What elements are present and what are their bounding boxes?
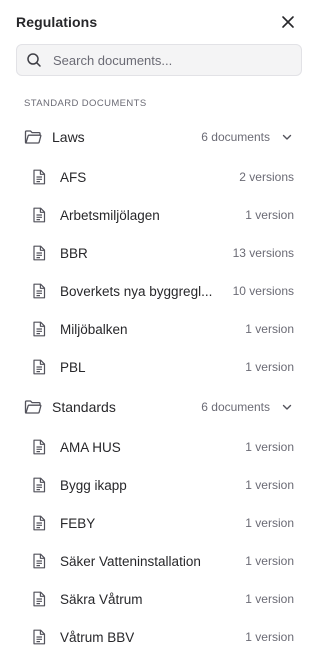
file-text-icon <box>32 169 48 185</box>
group-count: 6 documents <box>201 400 270 414</box>
document-row-afs[interactable]: AFS 2 versions <box>16 158 302 196</box>
file-text-icon <box>32 359 48 375</box>
file-text-icon <box>32 515 48 531</box>
folder-icon <box>24 128 42 146</box>
document-row-vatrum-bbv[interactable]: Våtrum BBV 1 version <box>16 618 302 656</box>
panel-title: Regulations <box>16 14 98 30</box>
document-versions: 2 versions <box>239 170 294 184</box>
document-row-arbetsmiljolagen[interactable]: Arbetsmiljölagen 1 version <box>16 196 302 234</box>
document-name: Arbetsmiljölagen <box>60 207 160 223</box>
document-name: FEBY <box>60 515 96 531</box>
document-name: Miljöbalken <box>60 321 128 337</box>
document-row-miljobalken[interactable]: Miljöbalken 1 version <box>16 310 302 348</box>
chevron-down-icon[interactable] <box>280 400 294 414</box>
document-versions: 1 version <box>245 592 294 606</box>
group-name: Laws <box>52 129 85 145</box>
document-versions: 13 versions <box>232 246 294 260</box>
folder-icon <box>24 398 42 416</box>
document-name: Säkra Våtrum <box>60 591 143 607</box>
document-row-bbr[interactable]: BBR 13 versions <box>16 234 302 272</box>
document-name: Boverkets nya byggregl... <box>60 283 213 299</box>
document-name: AMA HUS <box>60 439 121 455</box>
group-count: 6 documents <box>201 130 270 144</box>
file-text-icon <box>32 439 48 455</box>
regulations-panel: Regulations STANDARD DOCUMENTS Laws 6 do… <box>0 0 318 661</box>
document-row-feby[interactable]: FEBY 1 version <box>16 504 302 542</box>
document-row-ama-hus[interactable]: AMA HUS 1 version <box>16 428 302 466</box>
file-text-icon <box>32 591 48 607</box>
document-name: Bygg ikapp <box>60 477 127 493</box>
file-text-icon <box>32 207 48 223</box>
file-text-icon <box>32 321 48 337</box>
file-text-icon <box>32 477 48 493</box>
close-icon <box>282 16 294 28</box>
document-row-boverkets[interactable]: Boverkets nya byggregl... 10 versions <box>16 272 302 310</box>
chevron-down-icon[interactable] <box>280 130 294 144</box>
document-versions: 1 version <box>245 208 294 222</box>
search-icon <box>27 53 41 67</box>
section-label: STANDARD DOCUMENTS <box>24 98 147 109</box>
document-name: AFS <box>60 169 87 185</box>
search-input[interactable] <box>53 52 283 68</box>
document-row-pbl[interactable]: PBL 1 version <box>16 348 302 386</box>
document-versions: 1 version <box>245 516 294 530</box>
file-text-icon <box>32 629 48 645</box>
panel-header: Regulations <box>16 10 302 34</box>
document-versions: 1 version <box>245 440 294 454</box>
group-name: Standards <box>52 399 116 415</box>
document-row-sakra-vatrum[interactable]: Säkra Våtrum 1 version <box>16 580 302 618</box>
document-versions: 10 versions <box>232 284 294 298</box>
document-row-bygg-ikapp[interactable]: Bygg ikapp 1 version <box>16 466 302 504</box>
document-name: Våtrum BBV <box>60 629 135 645</box>
document-versions: 1 version <box>245 360 294 374</box>
document-versions: 1 version <box>245 322 294 336</box>
search-box[interactable] <box>16 44 302 76</box>
document-name: BBR <box>60 245 88 261</box>
document-versions: 1 version <box>245 630 294 644</box>
document-versions: 1 version <box>245 554 294 568</box>
file-text-icon <box>32 245 48 261</box>
file-text-icon <box>32 553 48 569</box>
group-header-standards[interactable]: Standards 6 documents <box>16 388 302 426</box>
document-versions: 1 version <box>245 478 294 492</box>
document-name: PBL <box>60 359 86 375</box>
document-name: Säker Vatteninstallation <box>60 553 201 569</box>
document-row-saker-vatteninstallation[interactable]: Säker Vatteninstallation 1 version <box>16 542 302 580</box>
group-header-laws[interactable]: Laws 6 documents <box>16 118 302 156</box>
file-text-icon <box>32 283 48 299</box>
close-button[interactable] <box>278 12 298 32</box>
